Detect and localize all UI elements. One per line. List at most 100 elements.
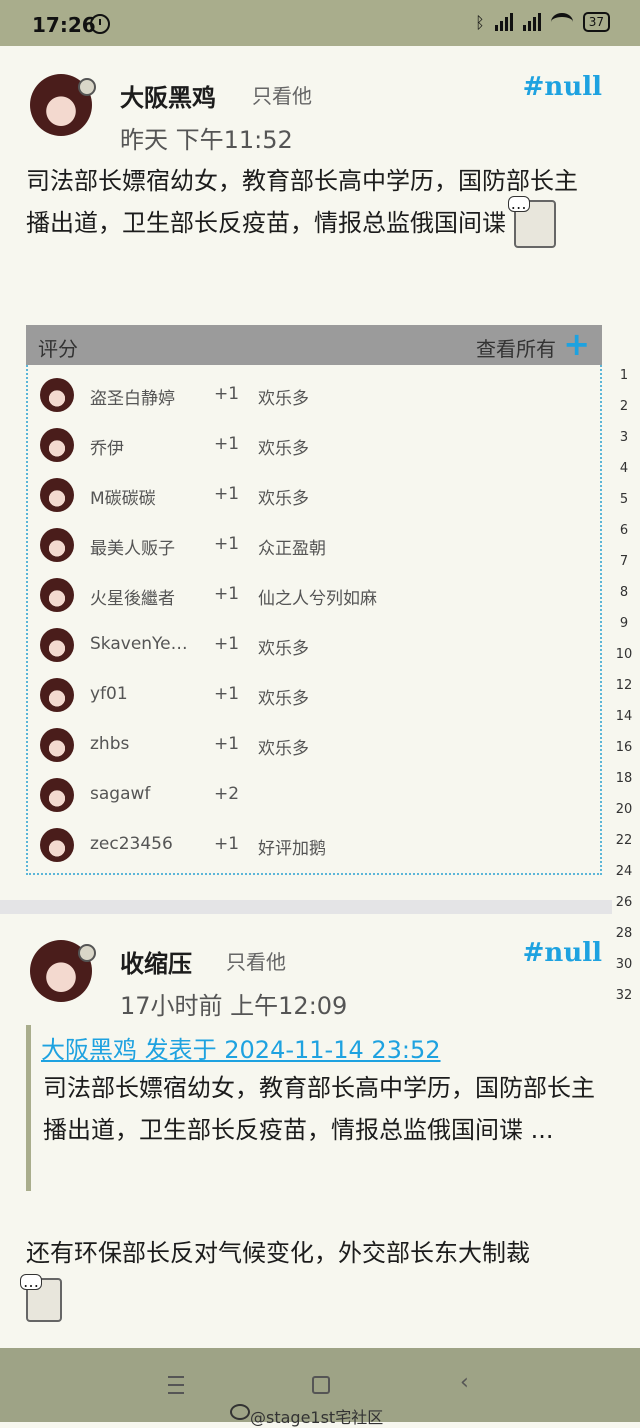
line-number: 2	[619, 399, 629, 414]
rating-score: +1	[214, 834, 240, 854]
rating-score: +2	[214, 784, 240, 804]
line-number: 5	[619, 492, 629, 507]
rater-name[interactable]: 最美人贩子	[90, 534, 190, 559]
rater-avatar[interactable]	[40, 728, 74, 762]
rater-name[interactable]: zec23456	[90, 834, 190, 854]
post-time: 昨天 下午11:52	[120, 126, 293, 154]
rating-reason: 欢乐多	[258, 389, 309, 409]
rater-avatar[interactable]	[40, 478, 74, 512]
line-number: 20	[615, 802, 633, 817]
rater-avatar[interactable]	[40, 428, 74, 462]
rating-reason: 欢乐多	[258, 739, 309, 759]
rater-avatar[interactable]	[40, 378, 74, 412]
rater-name[interactable]: yf01	[90, 684, 190, 704]
line-number: 32	[615, 988, 633, 1003]
rating-reason: 欢乐多	[258, 689, 309, 709]
rater-name[interactable]: sagawf	[90, 784, 190, 804]
quote-block: 大阪黑鸡 发表于 2024-11-14 23:52 司法部长嫖宿幼女，教育部长高…	[26, 1025, 601, 1191]
rater-name[interactable]: zhbs	[90, 734, 190, 754]
avatar[interactable]	[30, 74, 96, 136]
only-him-link[interactable]: 只看他	[226, 946, 286, 975]
author-name[interactable]: 大阪黑鸡	[120, 78, 216, 113]
post-body: 还有环保部长反对气候变化，外交部长东大制裁	[20, 1234, 596, 1322]
rater-avatar[interactable]	[40, 578, 74, 612]
post-divider	[0, 900, 612, 914]
rater-avatar[interactable]	[40, 778, 74, 812]
watermark: @stage1st宅社区	[230, 1404, 384, 1428]
line-number: 26	[615, 895, 633, 910]
line-number: 14	[615, 709, 633, 724]
rater-name[interactable]: SkavenYe…	[90, 634, 190, 654]
line-number: 18	[615, 771, 633, 786]
line-number: 9	[619, 616, 629, 631]
rating-score: +1	[214, 684, 240, 704]
rater-name[interactable]: 乔伊	[90, 434, 190, 459]
rater-name[interactable]: 火星後繼者	[90, 584, 190, 609]
rating-reason: 仙之人兮列如麻	[258, 589, 377, 609]
line-number: 10	[615, 647, 633, 662]
status-icons: ᛒ 37	[475, 12, 610, 32]
alarm-icon	[90, 14, 110, 34]
rating-reason: 欢乐多	[258, 489, 309, 509]
rater-avatar[interactable]	[40, 628, 74, 662]
rating-row: M碳碳碳 +1 欢乐多	[28, 472, 600, 522]
nav-bar: ‹ @stage1st宅社区	[0, 1348, 640, 1427]
rating-row: 盗圣白静婷 +1 欢乐多	[28, 372, 600, 422]
rating-score: +1	[214, 734, 240, 754]
rater-avatar[interactable]	[40, 828, 74, 862]
rating-row: zec23456 +1 好评加鹅	[28, 822, 600, 872]
post-time: 17小时前 上午12:09	[120, 992, 348, 1020]
rating-reason: 众正盈朝	[258, 539, 326, 559]
rating-reason: 好评加鹅	[258, 839, 326, 859]
status-bar: 17:26 ᛒ 37	[0, 0, 640, 46]
line-number: 8	[619, 585, 629, 600]
home-icon[interactable]	[312, 1376, 330, 1394]
post-text: 司法部长嫖宿幼女，教育部长高中学历，国防部长主播出道，卫生部长反疫苗，情报总监俄…	[26, 167, 578, 237]
add-rating-icon[interactable]: +	[563, 327, 590, 361]
line-number: 24	[615, 864, 633, 879]
back-icon[interactable]: ‹	[460, 1370, 469, 1395]
quote-source-link[interactable]: 大阪黑鸡 发表于 2024-11-14 23:52	[41, 1030, 441, 1065]
rater-avatar[interactable]	[40, 528, 74, 562]
avatar[interactable]	[30, 940, 96, 1002]
rating-panel: 评分 查看所有 + 盗圣白静婷 +1 欢乐多 乔伊 +1 欢乐多 M碳碳碳 +1 欢乐多 最…	[26, 325, 602, 875]
rater-name[interactable]: 盗圣白静婷	[90, 384, 190, 409]
rating-row: 乔伊 +1 欢乐多	[28, 422, 600, 472]
weibo-icon	[230, 1404, 250, 1420]
line-number: 7	[619, 554, 629, 569]
rating-score: +1	[214, 534, 240, 554]
post-text: 还有环保部长反对气候变化，外交部长东大制裁	[26, 1239, 530, 1267]
line-number: 28	[615, 926, 633, 941]
rating-row: 火星後繼者 +1 仙之人兮列如麻	[28, 572, 600, 622]
rater-avatar[interactable]	[40, 678, 74, 712]
rating-header: 评分 查看所有 +	[26, 325, 602, 365]
rating-score: +1	[214, 484, 240, 504]
rating-row: sagawf +2	[28, 772, 600, 822]
line-number: 4	[619, 461, 629, 476]
battery-icon: 37	[582, 12, 610, 32]
signal-icon-2	[522, 13, 541, 31]
wifi-icon	[550, 13, 573, 31]
rating-row: 最美人贩子 +1 众正盈朝	[28, 522, 600, 572]
sticker-icon	[507, 196, 556, 248]
author-name[interactable]: 收缩压	[120, 944, 192, 979]
post-tag[interactable]: #null	[523, 72, 602, 102]
rating-score: +1	[214, 584, 240, 604]
view-all-link[interactable]: 查看所有	[476, 333, 556, 362]
post-body: 司法部长嫖宿幼女，教育部长高中学历，国防部长主播出道，卫生部长反疫苗，情报总监俄…	[26, 162, 596, 248]
line-number: 12	[615, 678, 633, 693]
rating-row: zhbs +1 欢乐多	[28, 722, 600, 772]
line-number: 16	[615, 740, 633, 755]
rating-reason: 欢乐多	[258, 639, 309, 659]
rater-name[interactable]: M碳碳碳	[90, 484, 190, 509]
menu-icon[interactable]	[168, 1376, 184, 1394]
rating-list: 盗圣白静婷 +1 欢乐多 乔伊 +1 欢乐多 M碳碳碳 +1 欢乐多 最美人贩子 +1 众正盈朝…	[26, 365, 602, 875]
rating-score: +1	[214, 634, 240, 654]
quote-text: 司法部长嫖宿幼女，教育部长高中学历，国防部长主播出道，卫生部长反疫苗，情报总监俄…	[43, 1074, 595, 1144]
only-him-link[interactable]: 只看他	[252, 80, 312, 109]
rating-score: +1	[214, 384, 240, 404]
signal-icon	[494, 13, 513, 31]
rating-label: 评分	[38, 337, 78, 361]
post-tag[interactable]: #null	[523, 938, 602, 968]
watermark-text: @stage1st宅社区	[250, 1408, 384, 1427]
